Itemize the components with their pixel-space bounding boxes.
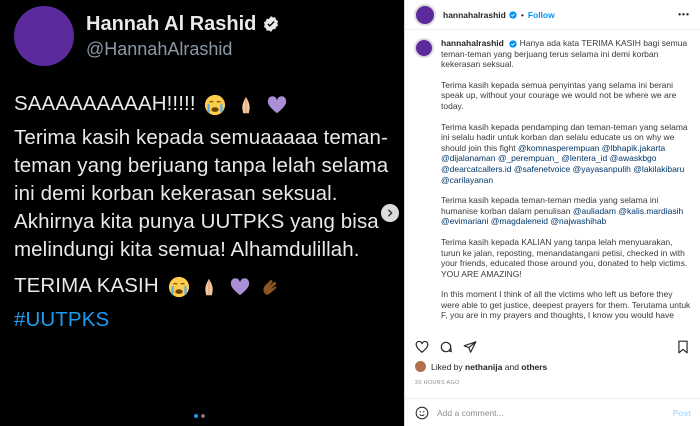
likes-user[interactable]: nethanija — [465, 362, 502, 372]
tweet-author-handle: @HannahAlrashid — [86, 38, 233, 59]
tweet-author: Hannah Al Rashid @HannahAlrashid — [86, 13, 280, 60]
caption-row: hannahalrashid Hanya ada kata TERIMA KAS… — [414, 38, 693, 331]
caption-author-avatar[interactable] — [414, 38, 434, 58]
comment-bar: Post — [405, 398, 700, 426]
follow-button[interactable]: Follow — [528, 10, 555, 20]
tweet-author-name-row: Hannah Al Rashid — [86, 13, 280, 36]
likes-others-link[interactable]: others — [521, 362, 547, 372]
post-header: hannahalrashid • Follow ••• — [405, 0, 700, 30]
verified-badge-icon — [509, 10, 517, 19]
caption-paragraph-2: Terima kasih kepada semua penyintas yang… — [441, 79, 677, 111]
folded-hands-emoji-icon — [205, 278, 213, 295]
tweet-paragraph: Terima kasih kepada semuaaaaa teman-tema… — [14, 126, 389, 261]
share-icon[interactable] — [463, 340, 477, 354]
post-comment-button[interactable]: Post — [673, 408, 691, 418]
likes-summary: Liked by nethanija and others — [415, 361, 547, 372]
crying-face-emoji-icon — [205, 94, 226, 115]
bookmark-icon[interactable] — [676, 340, 690, 354]
caption-text: hannahalrashid Hanya ada kata TERIMA KAS… — [441, 38, 691, 331]
carousel-dot — [201, 414, 205, 418]
tweet-exclaim-text: SAAAAAAAAAH!!!!! — [14, 92, 196, 115]
post-author-avatar[interactable] — [414, 3, 436, 26]
tweet-hashtag-link[interactable]: #UUTPKS — [14, 306, 390, 334]
crying-face-emoji-icon — [168, 276, 189, 297]
caption-author-username[interactable]: hannahalrashid — [441, 38, 504, 48]
tweet-image-panel: Hannah Al Rashid @HannahAlrashid SAAAAAA… — [0, 0, 404, 426]
more-options-button[interactable]: ••• — [678, 9, 690, 19]
caption-paragraph-5: Terima kasih kepada KALIAN yang tanpa le… — [441, 236, 688, 279]
emoji-icon[interactable] — [415, 406, 429, 420]
caption-paragraph-3: Terima kasih kepada pendamping dan teman… — [441, 122, 691, 186]
purple-heart-emoji-icon — [267, 95, 287, 113]
verified-badge-icon — [509, 40, 517, 48]
chevron-right-icon — [387, 209, 393, 217]
liker-avatar[interactable] — [415, 361, 426, 372]
caption-paragraph-6: In this moment I think of all the victim… — [441, 289, 691, 321]
post-actions — [415, 340, 477, 354]
verified-badge-icon — [264, 16, 279, 32]
carousel-next-button[interactable] — [381, 204, 399, 222]
instagram-post-panel: hannahalrashid • Follow ••• hannahalrash… — [404, 0, 700, 426]
tweet-thanks-text: TERIMA KASIH — [14, 274, 159, 297]
tweet-body: SAAAAAAAAAH!!!!! Terima kasih kepada sem… — [14, 90, 390, 334]
tweet-header: Hannah Al Rashid @HannahAlrashid — [14, 6, 280, 66]
post-caption: hannahalrashid Hanya ada kata TERIMA KAS… — [405, 38, 700, 336]
tweet-line-exclaim: SAAAAAAAAAH!!!!! — [14, 90, 390, 118]
comment-input[interactable] — [437, 407, 673, 418]
purple-heart-emoji-icon — [230, 277, 250, 295]
likes-conjunction: and — [504, 361, 519, 372]
likes-prefix: Liked by — [431, 361, 463, 372]
tweet-thanks-line: TERIMA KASIH — [14, 272, 390, 300]
clapping-hands-emoji-icon — [263, 279, 277, 295]
caption-paragraph-1: hannahalrashid Hanya ada kata TERIMA KAS… — [441, 38, 691, 70]
tweet-author-name: Hannah Al Rashid — [86, 12, 257, 35]
carousel-dots — [194, 414, 205, 418]
comment-icon[interactable] — [439, 340, 453, 354]
caption-paragraph-4: Terima kasih kepada teman-teman media ya… — [441, 195, 691, 227]
header-separator: • — [520, 9, 524, 20]
tweet-avatar — [14, 6, 74, 66]
folded-hands-emoji-icon — [242, 96, 250, 113]
carousel-dot-active — [194, 414, 198, 418]
post-timestamp[interactable]: 20 HOURS AGO — [415, 380, 460, 386]
heart-icon[interactable] — [415, 340, 429, 354]
post-author-username[interactable]: hannahalrashid — [443, 10, 506, 20]
